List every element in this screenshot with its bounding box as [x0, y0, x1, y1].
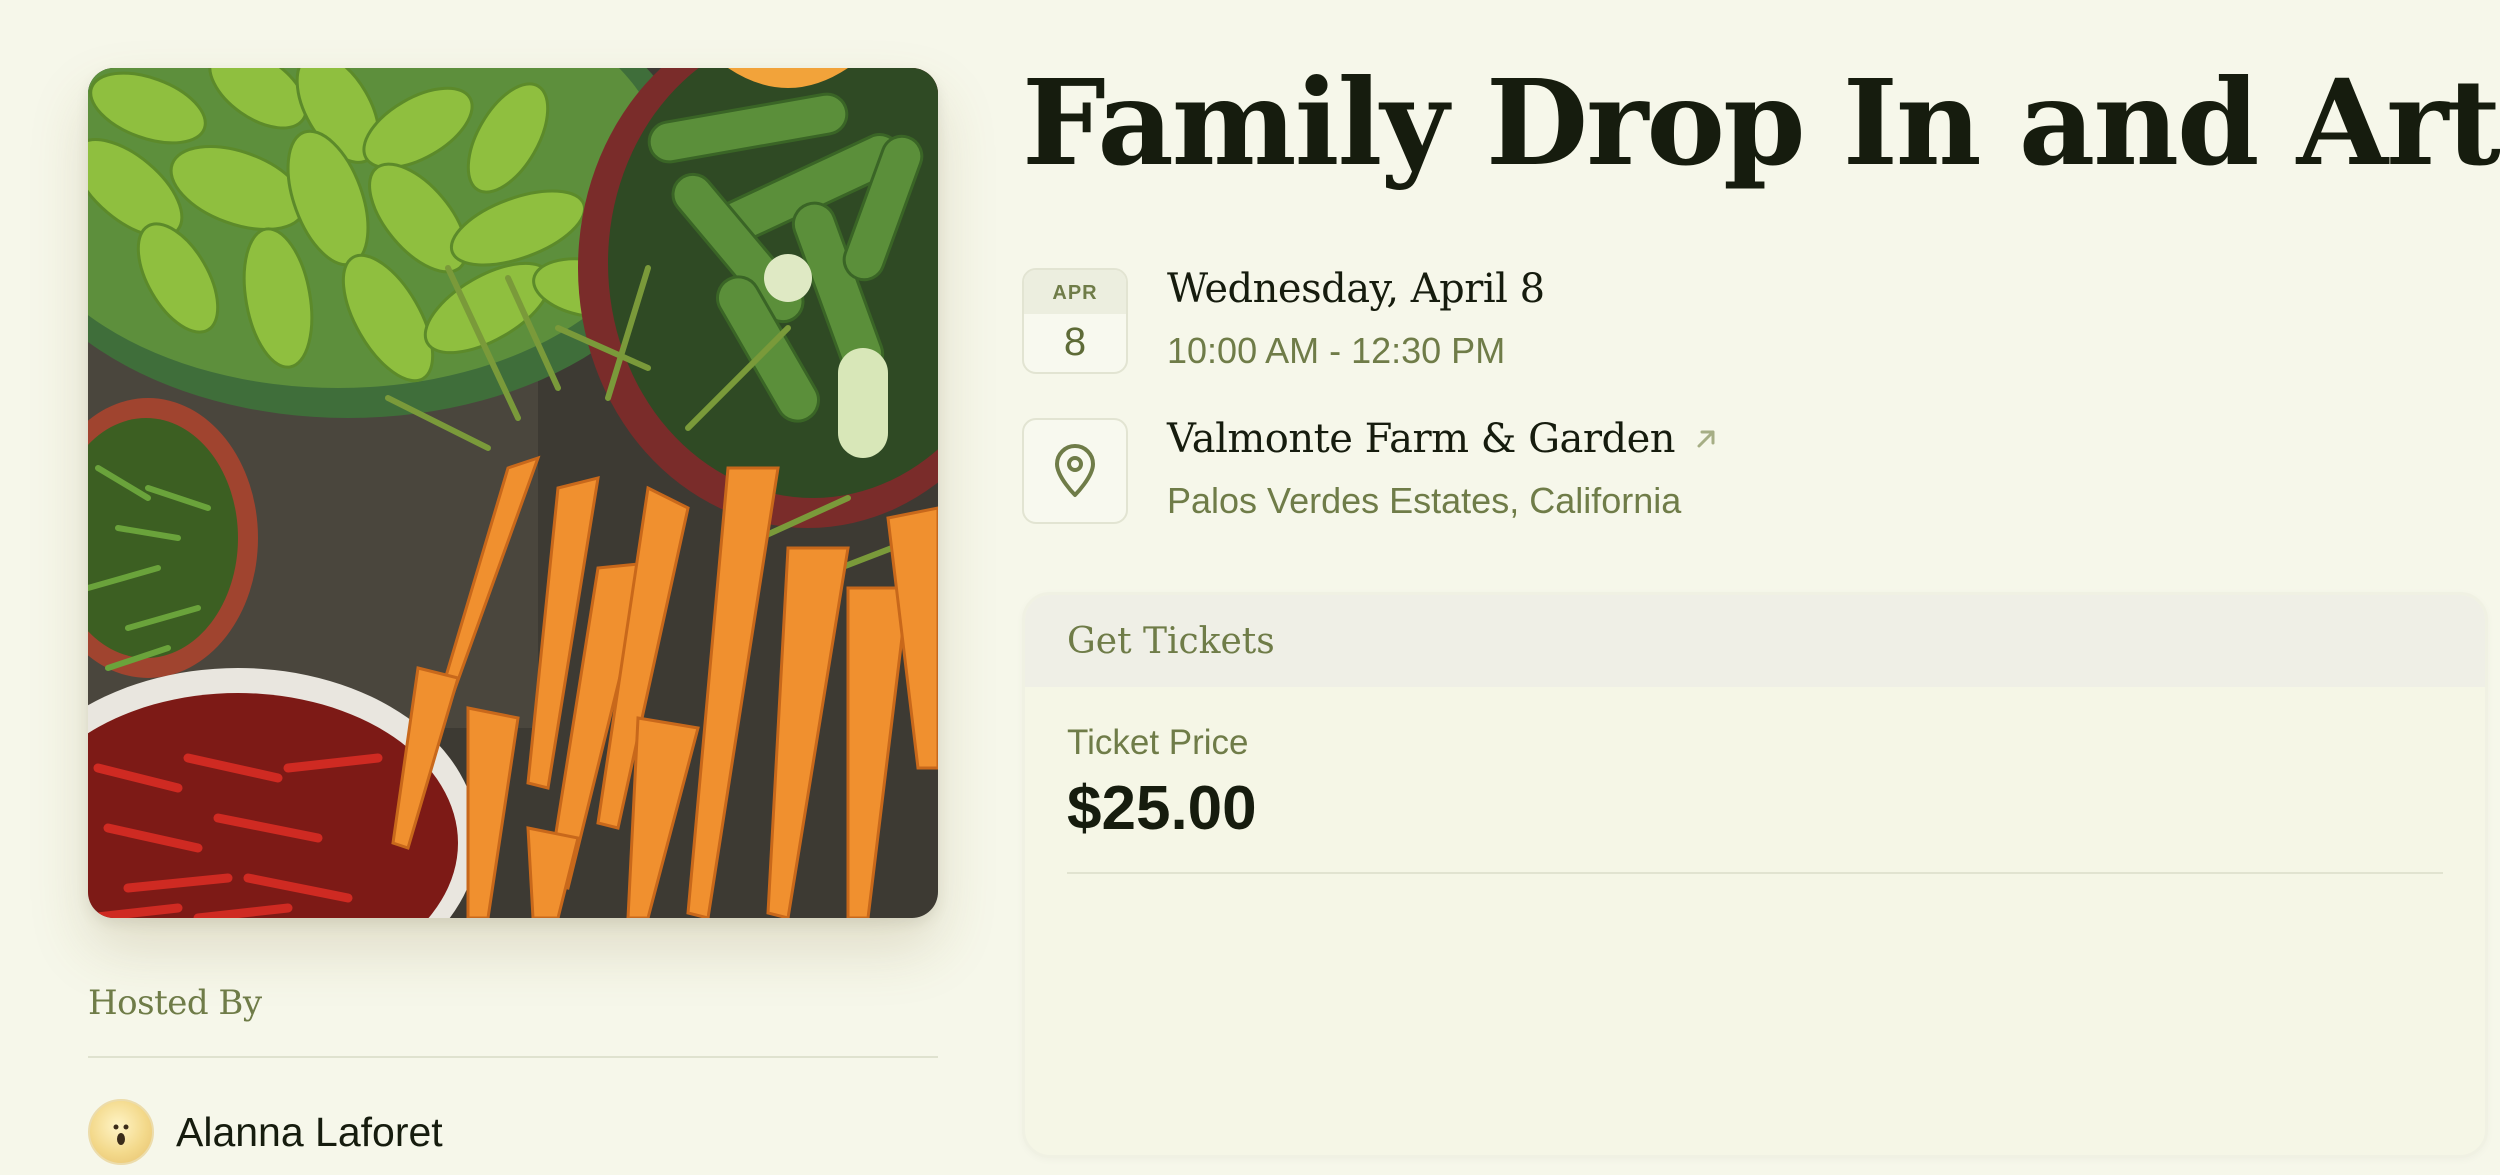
date-badge-month: APR [1024, 270, 1126, 314]
event-title: Family Drop In and Art [1022, 53, 2500, 192]
tickets-body: Ticket Price $25.00 [1025, 723, 2485, 874]
event-date: Wednesday, April 8 [1167, 266, 1545, 312]
host-name[interactable]: Alanna Laforet [176, 1109, 443, 1156]
location-badge [1022, 418, 1128, 524]
location-name[interactable]: Valmonte Farm & Garden [1167, 416, 1676, 462]
avatar-face-icon [113, 1124, 129, 1145]
hosted-divider [88, 1056, 938, 1058]
ticket-price-label: Ticket Price [1067, 723, 1249, 762]
host-row[interactable]: Alanna Laforet [88, 1099, 443, 1165]
tickets-header: Get Tickets [1025, 595, 2485, 687]
location-address: Palos Verdes Estates, California [1167, 480, 1682, 521]
arrow-up-right-icon [1693, 426, 1719, 452]
date-badge: APR 8 [1022, 268, 1128, 374]
hosted-by-label: Hosted By [88, 983, 262, 1023]
event-time: 10:00 AM - 12:30 PM [1167, 330, 1506, 371]
location-link[interactable]: Valmonte Farm & Garden [1167, 416, 1719, 462]
ticket-price-value: $25.00 [1067, 774, 1257, 843]
map-pin-icon [1055, 444, 1095, 497]
event-cover-image [88, 68, 938, 918]
date-badge-day: 8 [1063, 320, 1087, 364]
tickets-card: Get Tickets Ticket Price $25.00 [1022, 592, 2488, 1158]
avatar[interactable] [88, 1099, 154, 1165]
tickets-divider [1067, 872, 2443, 874]
